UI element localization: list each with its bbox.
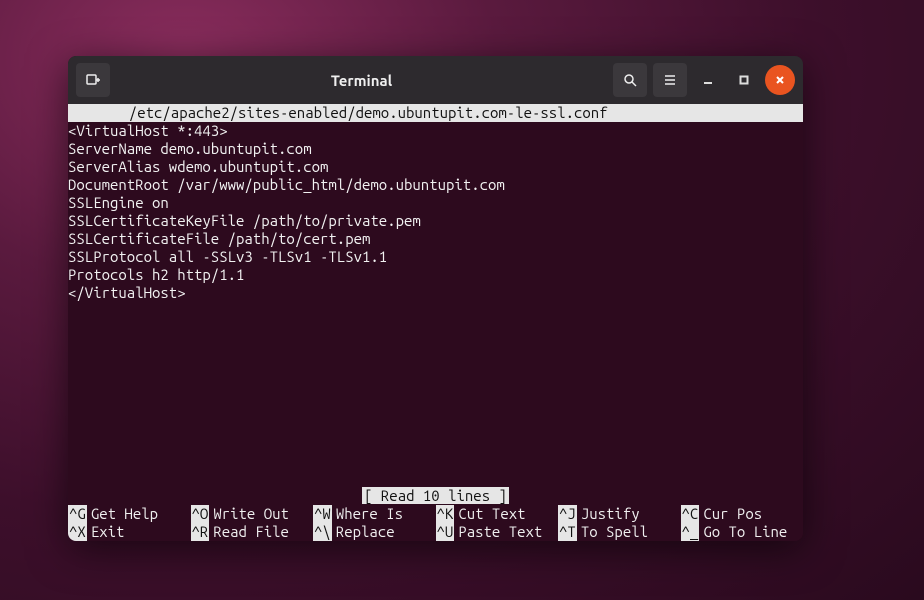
shortcut-key: ^C bbox=[681, 505, 700, 523]
search-button[interactable] bbox=[613, 63, 647, 97]
terminal-body[interactable]: /etc/apache2/sites-enabled/demo.ubuntupi… bbox=[68, 104, 803, 541]
shortcut-key: ^T bbox=[558, 523, 577, 541]
shortcut-label: Go To Line bbox=[699, 523, 787, 541]
shortcut-key: ^G bbox=[68, 505, 87, 523]
shortcut-item: ^JJustify bbox=[558, 505, 681, 523]
shortcut-label: Exit bbox=[87, 523, 125, 541]
shortcut-label: Read File bbox=[209, 523, 289, 541]
titlebar: Terminal bbox=[68, 56, 803, 104]
hamburger-icon bbox=[662, 72, 678, 88]
maximize-button[interactable] bbox=[729, 65, 759, 95]
shortcut-key: ^K bbox=[436, 505, 455, 523]
shortcut-label: Paste Text bbox=[454, 523, 542, 541]
shortcut-label: Write Out bbox=[209, 505, 289, 523]
shortcut-key: ^X bbox=[68, 523, 87, 541]
minimize-icon bbox=[703, 75, 713, 85]
shortcut-label: Where Is bbox=[332, 505, 403, 523]
shortcut-item: ^CCur Pos bbox=[681, 505, 804, 523]
minimize-button[interactable] bbox=[693, 65, 723, 95]
shortcut-label: Get Help bbox=[87, 505, 158, 523]
shortcut-item: ^GGet Help bbox=[68, 505, 191, 523]
search-icon bbox=[622, 72, 638, 88]
shortcut-label: Justify bbox=[577, 505, 640, 523]
shortcut-item: ^XExit bbox=[68, 523, 191, 541]
window-title: Terminal bbox=[116, 72, 607, 89]
maximize-icon bbox=[739, 75, 749, 85]
shortcut-item: ^TTo Spell bbox=[558, 523, 681, 541]
shortcut-label: Cur Pos bbox=[699, 505, 762, 523]
shortcut-key: ^O bbox=[191, 505, 210, 523]
shortcut-item: ^OWrite Out bbox=[191, 505, 314, 523]
file-content[interactable]: <VirtualHost *:443> ServerName demo.ubun… bbox=[68, 122, 803, 487]
close-icon bbox=[775, 75, 785, 85]
nano-filepath-bar: /etc/apache2/sites-enabled/demo.ubuntupi… bbox=[68, 104, 803, 122]
status-text: [ Read 10 lines ] bbox=[362, 487, 509, 504]
shortcut-item: ^UPaste Text bbox=[436, 523, 559, 541]
shortcut-item: ^RRead File bbox=[191, 523, 314, 541]
shortcut-key: ^R bbox=[191, 523, 210, 541]
terminal-window: Terminal /etc/apache2/sites-enabled/demo… bbox=[68, 56, 803, 541]
nano-shortcuts: ^GGet Help^OWrite Out^WWhere Is^KCut Tex… bbox=[68, 505, 803, 541]
shortcut-key: ^\ bbox=[313, 523, 332, 541]
shortcut-item: ^\Replace bbox=[313, 523, 436, 541]
shortcut-item: ^KCut Text bbox=[436, 505, 559, 523]
shortcut-label: To Spell bbox=[577, 523, 648, 541]
shortcut-key: ^W bbox=[313, 505, 332, 523]
shortcut-key: ^_ bbox=[681, 523, 700, 541]
new-tab-icon bbox=[85, 72, 101, 88]
close-button[interactable] bbox=[765, 65, 795, 95]
shortcut-item: ^WWhere Is bbox=[313, 505, 436, 523]
new-tab-button[interactable] bbox=[76, 63, 110, 97]
shortcut-label: Cut Text bbox=[454, 505, 525, 523]
shortcut-item: ^_Go To Line bbox=[681, 523, 804, 541]
shortcut-label: Replace bbox=[332, 523, 395, 541]
nano-status-bar: [ Read 10 lines ] bbox=[68, 487, 803, 505]
menu-button[interactable] bbox=[653, 63, 687, 97]
shortcut-key: ^J bbox=[558, 505, 577, 523]
shortcut-key: ^U bbox=[436, 523, 455, 541]
